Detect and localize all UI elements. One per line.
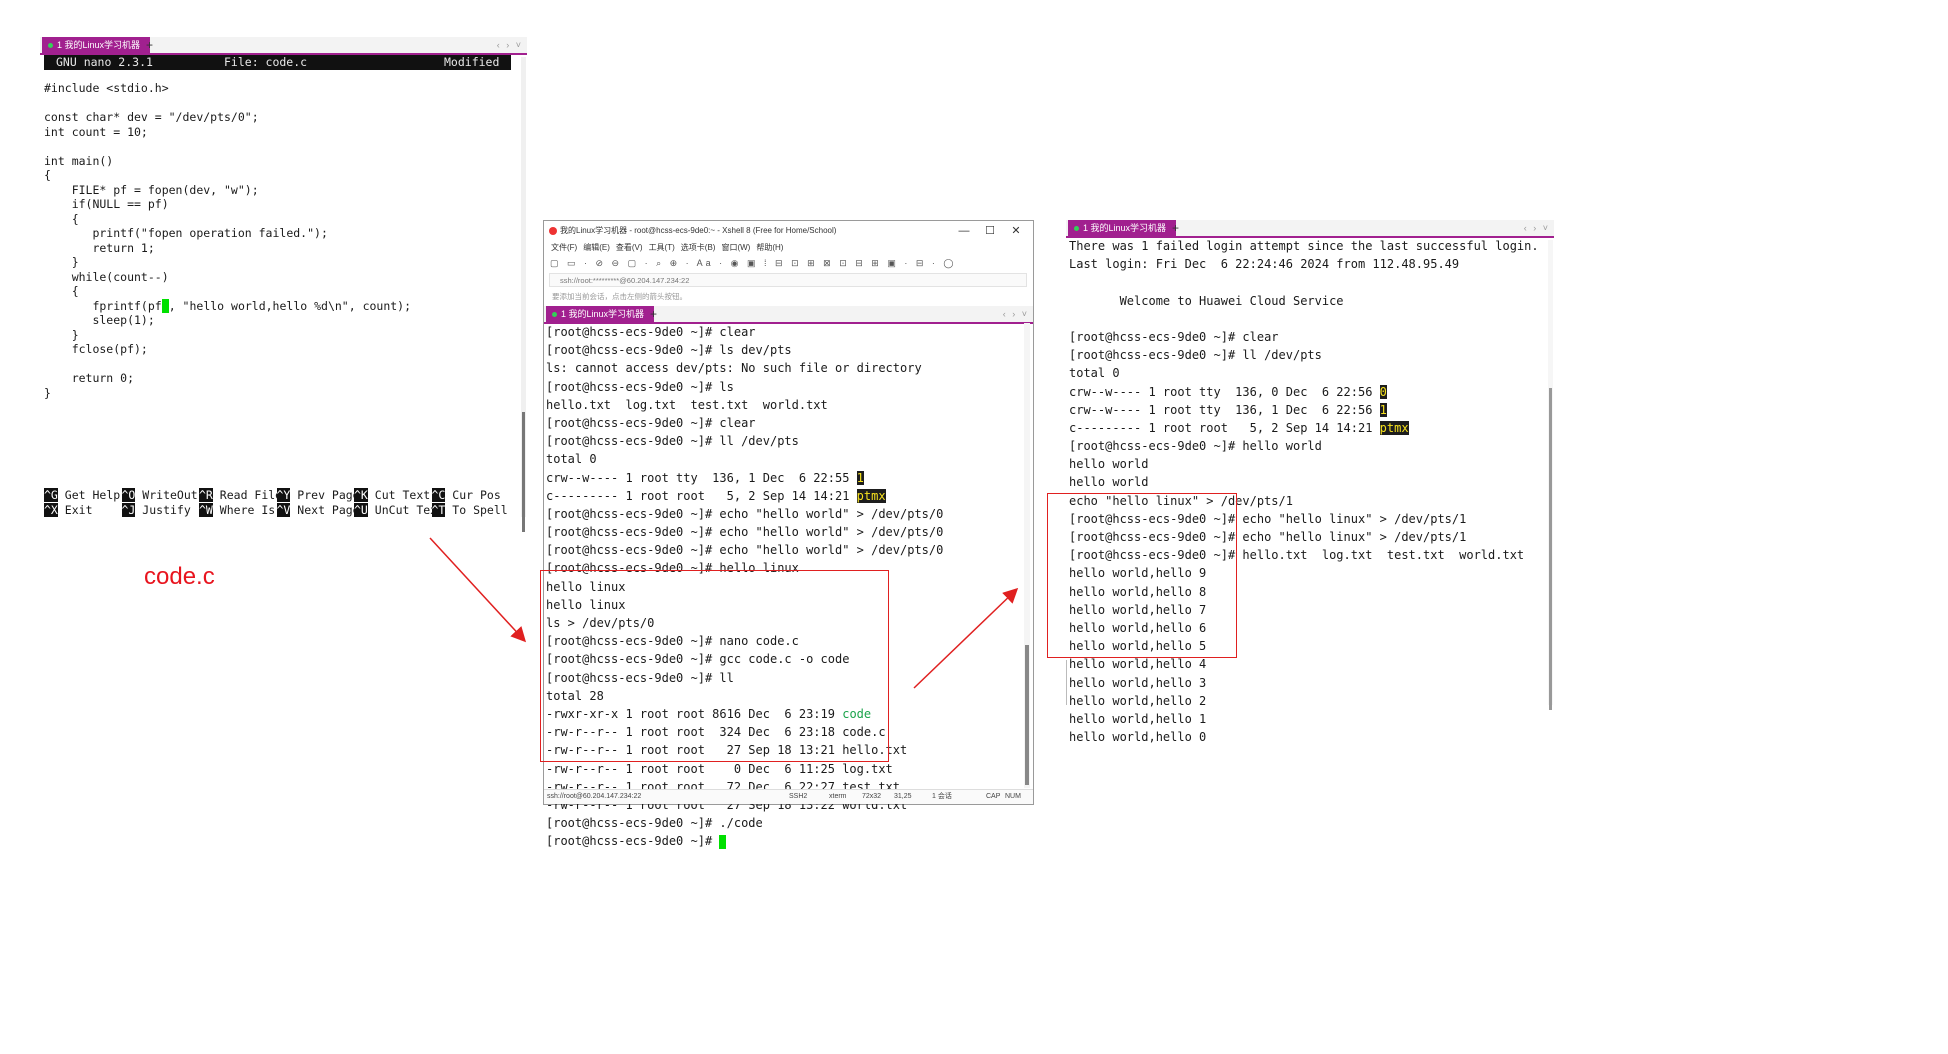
- arrow-nano-to-xshell: [429, 537, 527, 643]
- arrow-xshell-to-output: [913, 587, 1019, 689]
- annotation-arrows: [429, 537, 1019, 689]
